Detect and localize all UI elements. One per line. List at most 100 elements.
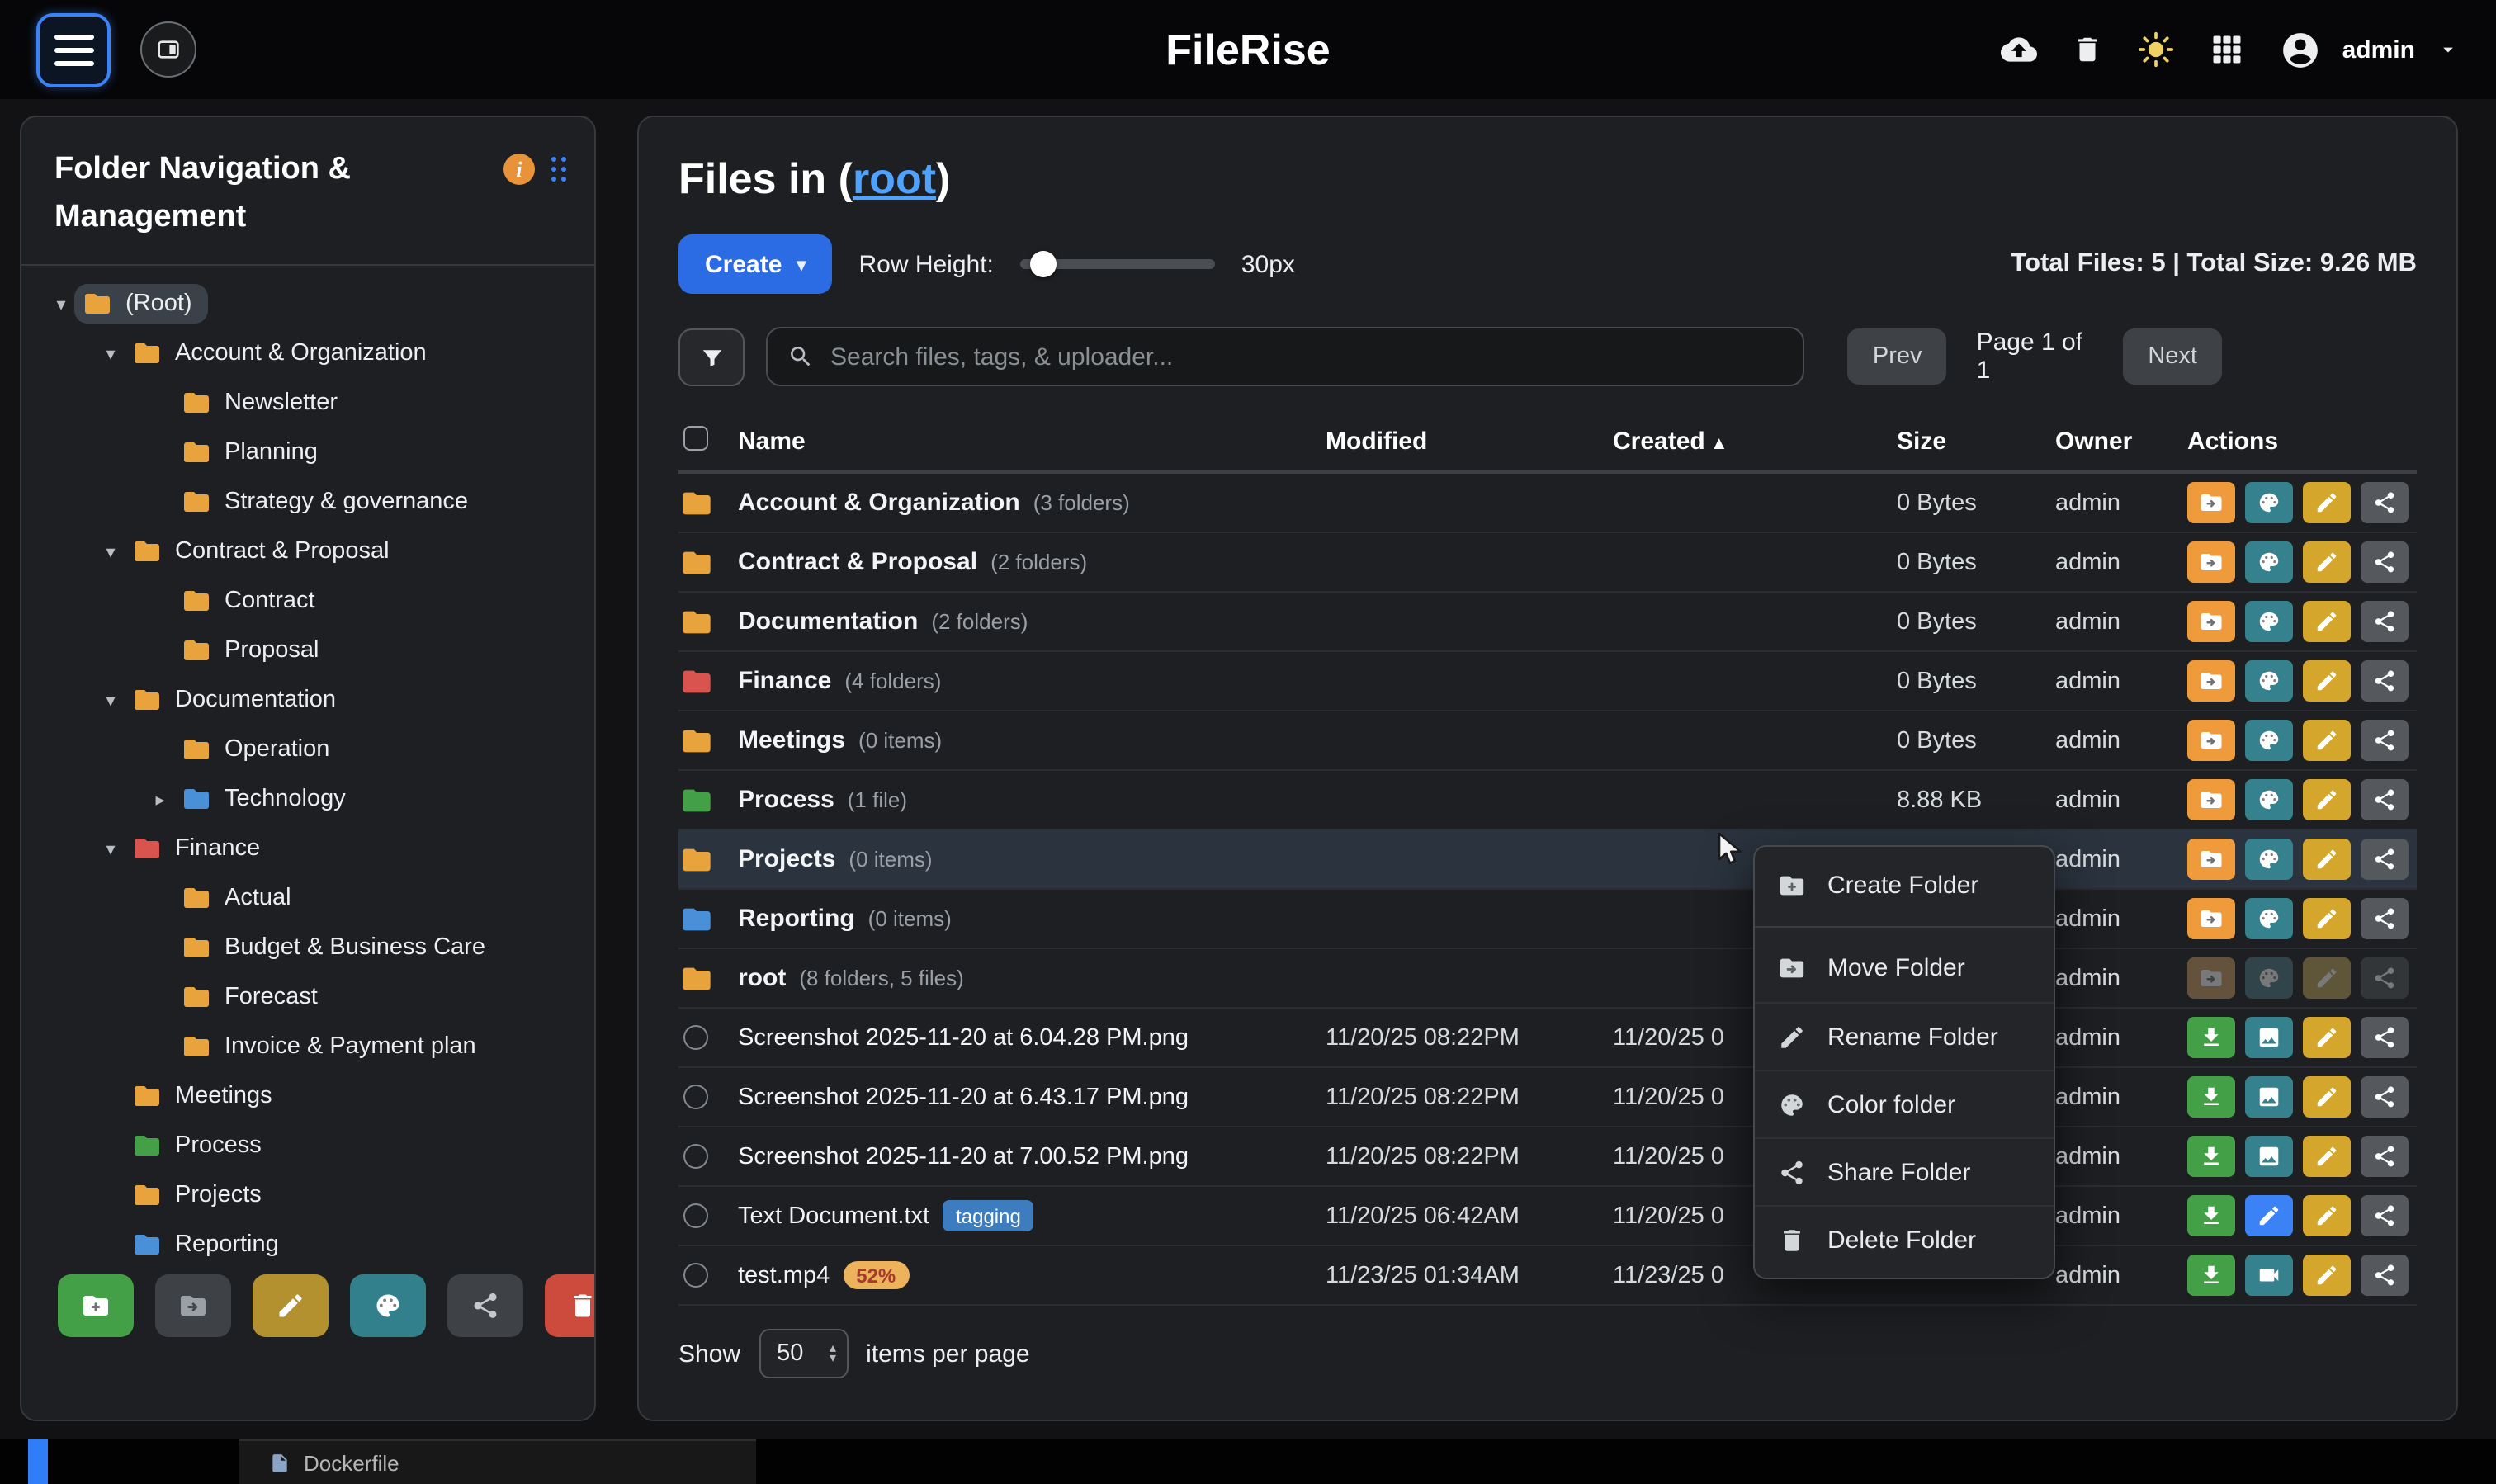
color-folder-button[interactable] (2245, 720, 2293, 761)
share-button[interactable] (2361, 1195, 2409, 1236)
folder-row[interactable]: Process(1 file)8.88 KBadmin (678, 771, 2417, 830)
move-folder-button[interactable] (2187, 601, 2235, 642)
color-folder-button[interactable] (2245, 957, 2293, 999)
user-avatar-icon[interactable] (2280, 29, 2321, 70)
rename-button[interactable] (2303, 601, 2351, 642)
share-button[interactable] (2361, 482, 2409, 523)
move-folder-button[interactable] (2187, 720, 2235, 761)
preview-image-button[interactable] (2245, 1076, 2293, 1118)
folder-row[interactable]: Account & Organization(3 folders)0 Bytes… (678, 474, 2417, 533)
column-header-modified[interactable]: Modified (1326, 428, 1613, 456)
color-folder-button[interactable] (2245, 541, 2293, 583)
tree-caret-icon[interactable]: ▾ (97, 689, 124, 711)
share-button[interactable] (2361, 720, 2409, 761)
edit-file-button[interactable] (2245, 1195, 2293, 1236)
move-folder-button[interactable] (2187, 957, 2235, 999)
theme-toggle-icon[interactable] (2138, 31, 2174, 68)
download-button[interactable] (2187, 1195, 2235, 1236)
slider-thumb[interactable] (1030, 251, 1057, 277)
apps-grid-icon[interactable] (2209, 31, 2245, 68)
rename-button[interactable] (2303, 720, 2351, 761)
menu-item-move-folder[interactable]: Move Folder (1755, 934, 2054, 1002)
share-button[interactable] (2361, 1076, 2409, 1118)
download-button[interactable] (2187, 1017, 2235, 1058)
folder-row[interactable]: Reporting(0 items)admin (678, 890, 2417, 949)
prev-button[interactable]: Prev (1848, 328, 1947, 385)
folder-tree-item[interactable]: ▾Contract & Proposal (21, 527, 594, 576)
filter-button[interactable] (678, 328, 745, 385)
menu-item-create-folder[interactable]: Create Folder (1755, 852, 2054, 919)
create-button[interactable]: Create▾ (678, 234, 832, 294)
upload-cloud-icon[interactable] (2001, 31, 2037, 68)
rename-button[interactable] (2303, 957, 2351, 999)
info-icon[interactable]: i (503, 154, 535, 185)
move-folder-button[interactable] (2187, 779, 2235, 820)
color-folder-button[interactable] (2245, 779, 2293, 820)
file-row[interactable]: Screenshot 2025-11-20 at 6.04.28 PM.png1… (678, 1009, 2417, 1068)
column-header-owner[interactable]: Owner (2055, 428, 2187, 456)
tree-caret-icon[interactable]: ▾ (97, 838, 124, 859)
trash-icon[interactable] (2072, 31, 2103, 68)
page-size-select[interactable]: 50 ▴▾ (759, 1329, 848, 1378)
chevron-down-icon[interactable] (2437, 38, 2460, 61)
row-checkbox[interactable] (683, 1203, 708, 1228)
share-button[interactable] (2361, 1136, 2409, 1177)
create-folder-button[interactable] (58, 1274, 134, 1337)
drag-handle-icon[interactable] (551, 156, 568, 182)
preview-image-button[interactable] (2245, 1136, 2293, 1177)
search-box[interactable] (766, 327, 1805, 386)
row-height-slider[interactable] (1020, 259, 1215, 269)
folder-tree-item[interactable]: Newsletter (21, 378, 594, 428)
move-folder-button[interactable] (2187, 541, 2235, 583)
column-header-created[interactable]: Created ▲ (1613, 428, 1897, 456)
folder-row[interactable]: Contract & Proposal(2 folders)0 Bytesadm… (678, 533, 2417, 593)
share-button[interactable] (2361, 601, 2409, 642)
color-folder-button[interactable] (2245, 839, 2293, 880)
download-button[interactable] (2187, 1255, 2235, 1296)
rename-button[interactable] (2303, 1076, 2351, 1118)
menu-button[interactable] (36, 12, 111, 87)
rename-button[interactable] (2303, 1017, 2351, 1058)
tree-caret-icon[interactable]: ▾ (48, 293, 74, 314)
row-checkbox[interactable] (683, 1025, 708, 1050)
color-folder-button[interactable] (2245, 898, 2293, 939)
folder-row[interactable]: Meetings(0 items)0 Bytesadmin (678, 711, 2417, 771)
tree-caret-icon[interactable]: ▾ (97, 541, 124, 562)
menu-item-color-folder[interactable]: Color folder (1755, 1070, 2054, 1137)
folder-tree-item[interactable]: Contract (21, 576, 594, 626)
rename-button[interactable] (2303, 660, 2351, 702)
column-header-size[interactable]: Size (1897, 428, 2055, 456)
search-input[interactable] (830, 343, 1784, 371)
folder-tree-item[interactable]: ▾Finance (21, 824, 594, 873)
folder-tree-item[interactable]: Reporting (21, 1220, 594, 1269)
preview-video-button[interactable] (2245, 1255, 2293, 1296)
color-folder-button[interactable] (2245, 482, 2293, 523)
move-folder-button[interactable] (2187, 482, 2235, 523)
color-folder-button[interactable] (2245, 660, 2293, 702)
username[interactable]: admin (2342, 35, 2415, 64)
row-checkbox[interactable] (683, 1085, 708, 1109)
select-all-checkbox[interactable] (683, 426, 708, 451)
menu-item-share-folder[interactable]: Share Folder (1755, 1137, 2054, 1205)
rename-button[interactable] (2303, 839, 2351, 880)
folder-row[interactable]: Projects(0 items)0 Bytesadmin (678, 830, 2417, 890)
folder-tree-item[interactable]: Proposal (21, 626, 594, 675)
delete-folder-button[interactable] (545, 1274, 596, 1337)
move-folder-button[interactable] (2187, 898, 2235, 939)
rename-button[interactable] (2303, 1255, 2351, 1296)
rename-button[interactable] (2303, 541, 2351, 583)
download-button[interactable] (2187, 1076, 2235, 1118)
folder-tree-item[interactable]: Budget & Business Care (21, 923, 594, 972)
share-button[interactable] (2361, 541, 2409, 583)
rename-button[interactable] (2303, 1136, 2351, 1177)
preview-image-button[interactable] (2245, 1017, 2293, 1058)
row-checkbox[interactable] (683, 1144, 708, 1169)
folder-tree-item[interactable]: ▾(Root) (21, 279, 594, 328)
file-row[interactable]: test.mp452%11/23/25 01:34AM11/23/25 0adm… (678, 1246, 2417, 1306)
folder-tree-item[interactable]: Actual (21, 873, 594, 923)
rename-button[interactable] (2303, 1195, 2351, 1236)
folder-tree-item[interactable]: ▾Documentation (21, 675, 594, 725)
folder-tree-item[interactable]: Invoice & Payment plan (21, 1022, 594, 1071)
tree-caret-icon[interactable]: ▾ (97, 343, 124, 364)
folder-tree-item[interactable]: ▾Account & Organization (21, 328, 594, 378)
